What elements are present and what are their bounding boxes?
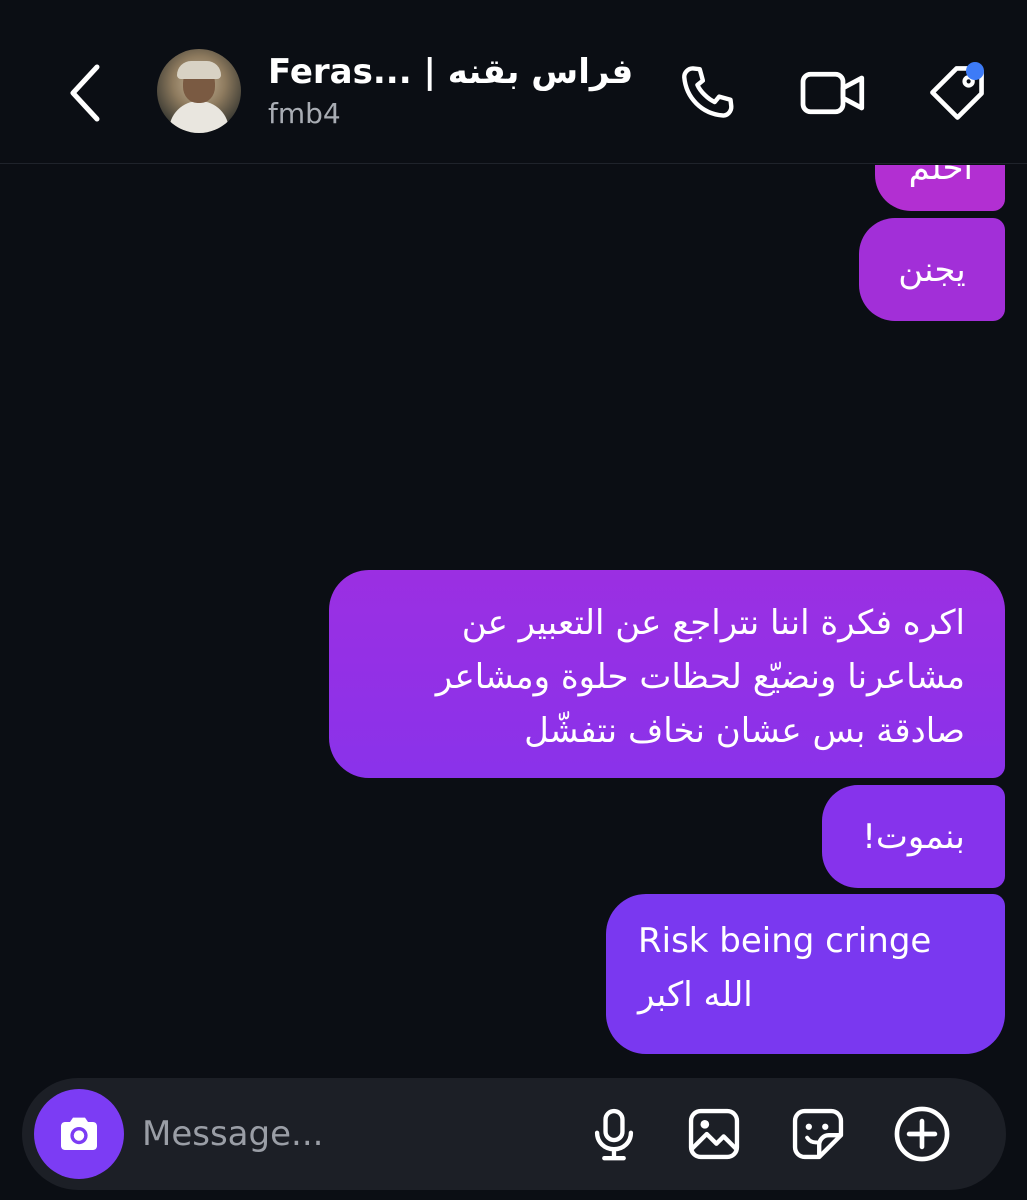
message-text: احلم [908,165,973,188]
chat-header: Feras... | فراس بقنه fmb4 [0,0,1027,164]
message-bubble[interactable]: بنموت! [822,785,1005,888]
message-bubble[interactable]: اكره فكرة اننا نتراجع عن التعبير عن مشاع… [329,570,1005,778]
message-text: بنموت! [862,816,965,857]
message-thread[interactable]: احلم يجنن اكره فكرة اننا نتراجع عن التعب… [0,165,1027,1075]
camera-button[interactable] [34,1089,124,1179]
chevron-left-icon [70,64,100,122]
message-text: Risk being cringe [638,921,932,961]
phone-icon [682,66,734,118]
camera-icon [61,1117,97,1150]
image-icon [688,1108,740,1160]
message-bubble[interactable]: Risk being cringe الله اكبر [606,894,1005,1054]
voice-message-button[interactable] [582,1102,646,1166]
message-bubble[interactable]: احلم [875,165,1005,211]
notification-dot [966,62,984,80]
video-call-button[interactable] [798,58,868,128]
microphone-icon [594,1108,634,1161]
call-button[interactable] [672,58,742,128]
contact-username: fmb4 [268,97,341,130]
gallery-button[interactable] [682,1102,746,1166]
message-text: الله اكبر [638,975,753,1015]
contact-info[interactable]: Feras... | فراس بقنه fmb4 [268,50,648,132]
message-text: اكره فكرة اننا نتراجع عن التعبير عن مشاع… [435,603,965,751]
message-composer [22,1078,1006,1190]
tag-button[interactable] [922,58,992,128]
message-text: يجنن [898,249,966,290]
avatar[interactable] [157,49,241,133]
more-options-button[interactable] [890,1102,954,1166]
plus-circle-icon [894,1106,950,1162]
sticker-icon [792,1108,844,1160]
sticker-button[interactable] [786,1102,850,1166]
message-input[interactable] [142,1106,542,1162]
back-button[interactable] [60,58,110,128]
video-camera-icon [800,71,865,115]
message-bubble[interactable]: يجنن [859,218,1005,321]
contact-name: Feras... | فراس بقنه [268,52,634,92]
